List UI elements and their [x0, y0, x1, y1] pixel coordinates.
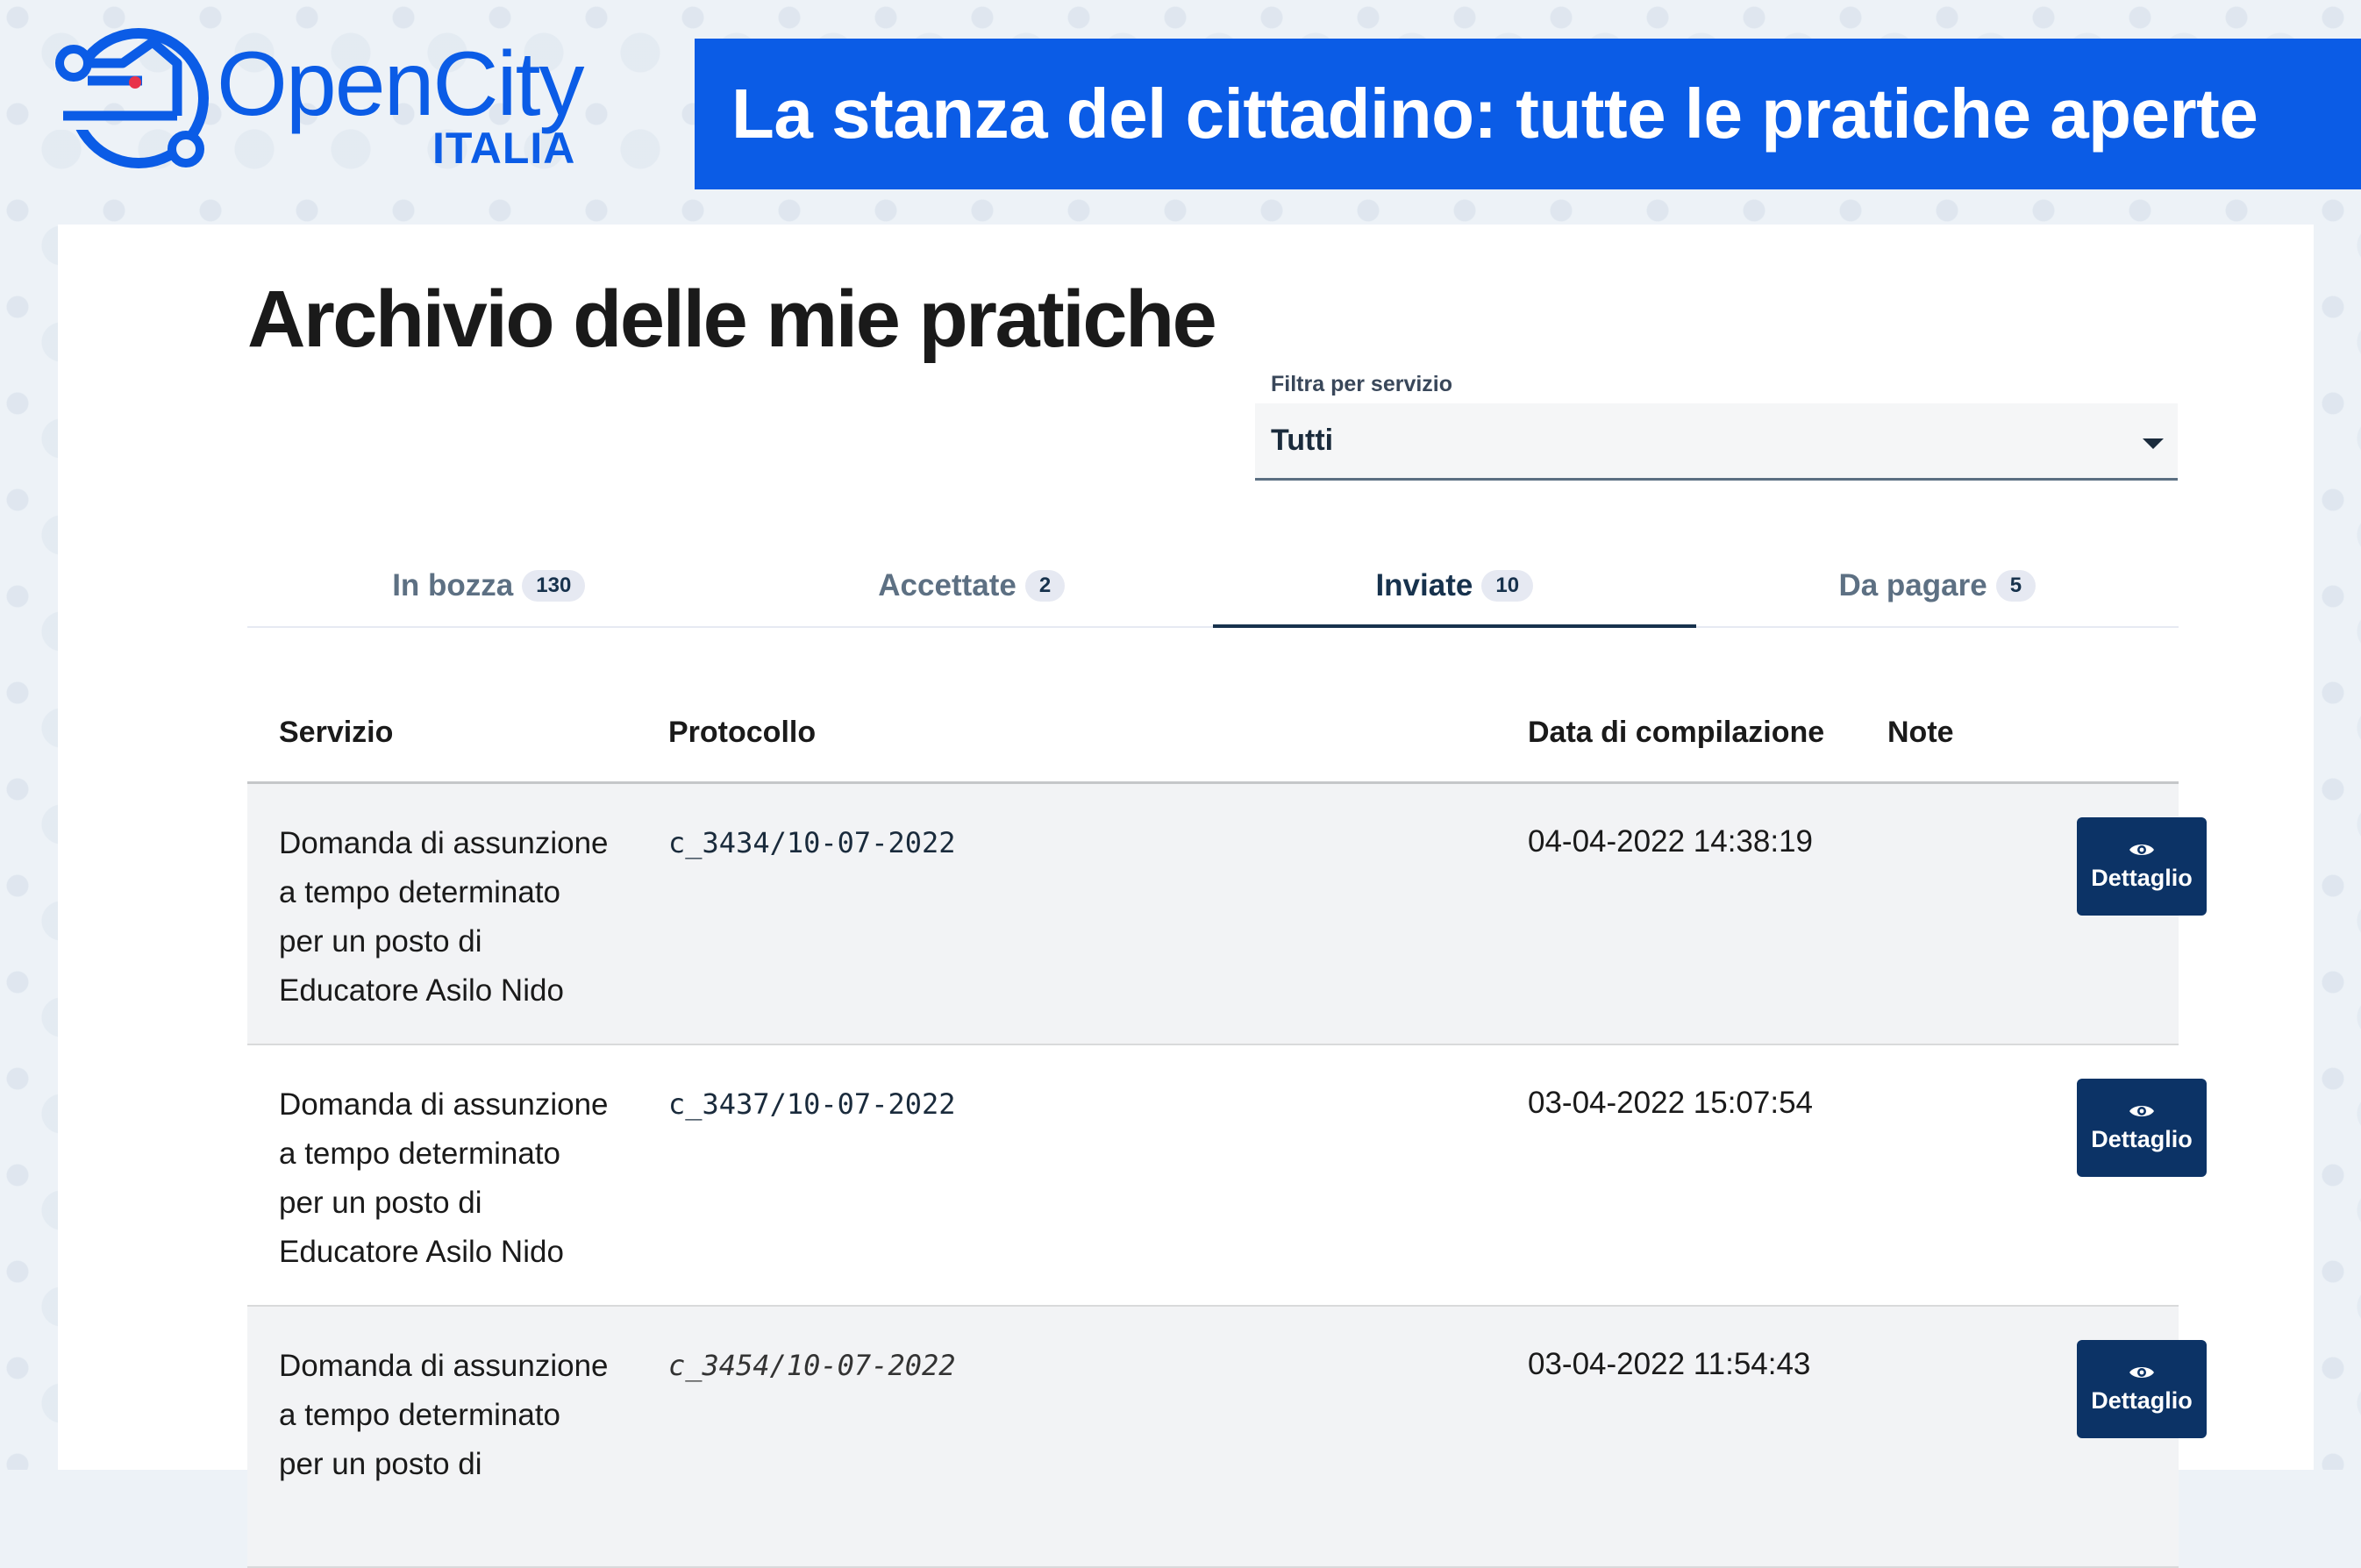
service-filter-select[interactable]: Tutti: [1255, 403, 2178, 481]
count-badge: 2: [1024, 570, 1066, 602]
column-header-date: Data di compilazione: [1528, 716, 1825, 749]
detail-button[interactable]: Dettaglio: [2077, 1079, 2207, 1177]
detail-button-label: Dettaglio: [2091, 1386, 2193, 1414]
table-row: Domanda di assunzione a tempo determinat…: [247, 1307, 2207, 1568]
table-row: Domanda di assunzione a tempo determinat…: [247, 784, 2207, 1045]
count-badge: 5: [1995, 570, 2036, 602]
status-tabs: In bozza 130 Accettate 2 Inviate 10 Da p…: [247, 545, 2179, 628]
protocol-cell: c_3434/10-07-2022: [668, 826, 956, 859]
table-header: Servizio Protocollo Data di compilazione…: [247, 672, 2179, 784]
tab-in-bozza[interactable]: In bozza 130: [247, 545, 731, 626]
service-cell: Domanda di assunzione a tempo determinat…: [279, 1342, 630, 1489]
detail-button-label: Dettaglio: [2091, 864, 2193, 891]
eye-icon: [2129, 1366, 2154, 1378]
opencity-logo[interactable]: OpenCity ITALIA: [54, 28, 598, 182]
service-line: Educatore Asilo Nido: [279, 1235, 564, 1269]
service-line: Educatore Asilo Nido: [279, 973, 564, 1008]
service-line: Domanda di assunzione: [279, 1087, 609, 1122]
eye-icon: [2129, 1105, 2154, 1116]
tab-accettate[interactable]: Accettate 2: [731, 545, 1214, 626]
header-banner: La stanza del cittadino: tutte le pratic…: [695, 39, 2361, 189]
count-badge: 130: [522, 570, 586, 602]
column-header-note: Note: [1887, 716, 1954, 749]
eye-icon: [2129, 844, 2154, 855]
tab-label: Accettate: [878, 568, 1016, 602]
filter-label: Filtra per servizio: [1271, 372, 1453, 396]
tab-label: Inviate: [1375, 568, 1473, 602]
tab-label: Da pagare: [1838, 568, 1987, 602]
service-cell: Domanda di assunzione a tempo determinat…: [279, 819, 630, 1016]
protocol-cell: c_3454/10-07-2022: [668, 1349, 956, 1382]
tab-da-pagare[interactable]: Da pagare 5: [1696, 545, 2179, 626]
chevron-down-icon: [2143, 438, 2164, 449]
service-line: per un posto di: [279, 924, 482, 959]
date-cell: 04-04-2022 14:38:19: [1528, 824, 1813, 859]
banner-text: La stanza del cittadino: tutte le pratic…: [731, 75, 2258, 153]
service-line: per un posto di: [279, 1186, 482, 1220]
table-row: Domanda di assunzione a tempo determinat…: [247, 1045, 2207, 1307]
service-cell: Domanda di assunzione a tempo determinat…: [279, 1080, 630, 1277]
detail-button-label: Dettaglio: [2091, 1125, 2193, 1152]
service-filter-value: Tutti: [1271, 424, 1334, 457]
column-header-protocol: Protocollo: [668, 716, 817, 749]
date-cell: 03-04-2022 15:07:54: [1528, 1086, 1813, 1120]
service-line: per un posto di: [279, 1447, 482, 1481]
page-title: Archivio delle mie pratiche: [247, 274, 1217, 364]
service-line: a tempo determinato: [279, 1137, 561, 1171]
count-badge: 10: [1481, 570, 1534, 602]
service-line: Domanda di assunzione: [279, 826, 609, 860]
column-header-service: Servizio: [279, 716, 394, 749]
protocol-cell: c_3437/10-07-2022: [668, 1087, 956, 1121]
detail-button[interactable]: Dettaglio: [2077, 817, 2207, 916]
service-line: a tempo determinato: [279, 1398, 561, 1432]
tab-label: In bozza: [392, 568, 514, 602]
date-cell: 03-04-2022 11:54:43: [1528, 1347, 1811, 1381]
service-line: a tempo determinato: [279, 875, 561, 909]
content-panel: Archivio delle mie pratiche Filtra per s…: [58, 225, 2314, 1568]
detail-button[interactable]: Dettaglio: [2077, 1340, 2207, 1438]
logo-subtitle: ITALIA: [432, 124, 576, 173]
opencity-logo-icon: [54, 28, 212, 174]
service-line: Domanda di assunzione: [279, 1349, 609, 1383]
logo-wordmark: OpenCity: [217, 33, 585, 135]
tab-inviate[interactable]: Inviate 10: [1213, 545, 1696, 628]
